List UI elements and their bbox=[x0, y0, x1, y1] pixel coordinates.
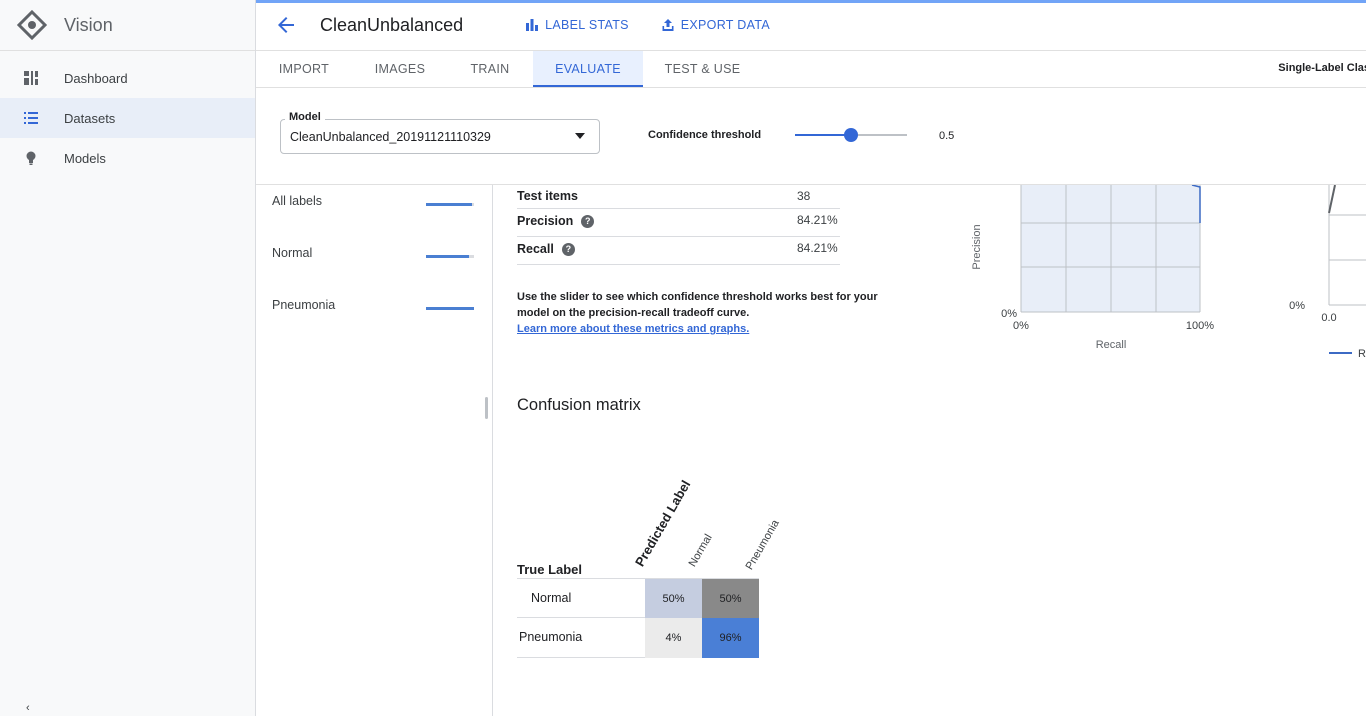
pr-x-tick-min: 0% bbox=[1013, 320, 1029, 332]
label-list: All labels Normal Pneumonia bbox=[256, 185, 493, 716]
panel-resize-handle[interactable] bbox=[485, 397, 488, 419]
label-score-fill bbox=[426, 203, 473, 206]
metric-value: 38 bbox=[797, 189, 811, 203]
threshold-curve bbox=[1328, 185, 1336, 214]
app-name: Vision bbox=[64, 14, 113, 35]
export-data-button[interactable]: EXPORT DATA bbox=[661, 18, 770, 32]
dashboard-icon bbox=[24, 71, 38, 85]
brand[interactable]: Vision bbox=[0, 0, 255, 51]
confusion-matrix: True Label Predicted Label Normal Pneumo… bbox=[517, 477, 817, 665]
slider-hint-text: Use the slider to see which confidence t… bbox=[517, 291, 878, 319]
bar-chart-icon bbox=[526, 19, 539, 31]
page-title: CleanUnbalanced bbox=[320, 14, 464, 35]
threshold-chart: 0% 0.0 R bbox=[1289, 185, 1366, 360]
learn-more-link[interactable]: Learn more about these metrics and graph… bbox=[517, 321, 749, 337]
help-icon[interactable]: ? bbox=[581, 214, 595, 228]
label-score-fill bbox=[426, 255, 470, 258]
label-item-name: Normal bbox=[272, 246, 313, 260]
matrix-cell[interactable]: 96% bbox=[702, 618, 759, 658]
pr-x-tick-max: 100% bbox=[1186, 320, 1214, 332]
charts-area: Precision 0% 0% 100% Recall 0% 0.0 R bbox=[960, 185, 1366, 375]
matrix-cell[interactable]: 50% bbox=[645, 579, 702, 619]
sidebar-item-label: Datasets bbox=[64, 110, 116, 126]
threshold-x-tick-min: 0.0 bbox=[1321, 312, 1336, 324]
tab-import[interactable]: IMPORT bbox=[256, 51, 352, 87]
metrics-table: Test items 38 Precision ? 84.21% Recall … bbox=[517, 185, 840, 265]
tab-images[interactable]: IMAGES bbox=[352, 51, 448, 87]
list-icon bbox=[24, 112, 38, 124]
sidebar-item-label: Models bbox=[64, 150, 106, 166]
label-stats-button[interactable]: LABEL STATS bbox=[525, 18, 629, 32]
label-score-bar bbox=[426, 203, 474, 206]
label-score-bar bbox=[426, 307, 474, 310]
confidence-threshold-slider[interactable] bbox=[795, 128, 907, 142]
metric-label-wrap: Recall ? bbox=[517, 242, 575, 256]
model-select-label: Model bbox=[285, 111, 325, 123]
page-header: CleanUnbalanced LABEL STATS EXPORT DATA bbox=[256, 0, 1366, 51]
label-item-name: Pneumonia bbox=[272, 298, 336, 312]
metric-label: Test items bbox=[517, 189, 578, 203]
tab-test-and-use[interactable]: TEST & USE bbox=[650, 51, 755, 87]
matrix-row-pneumonia: Pneumonia 4% 96% bbox=[517, 618, 759, 658]
model-selection-bar: CleanUnbalanced_20191121110329 Model Con… bbox=[256, 88, 1366, 185]
predicted-label-title: Predicted Label bbox=[632, 477, 694, 569]
label-item-pneumonia[interactable]: Pneumonia bbox=[272, 298, 478, 318]
matrix-row-label: Pneumonia bbox=[519, 630, 583, 644]
model-type-label: Single-Label Clas bbox=[1278, 62, 1366, 74]
confusion-matrix-title: Confusion matrix bbox=[517, 396, 641, 414]
sidebar-item-dashboard[interactable]: Dashboard bbox=[0, 58, 255, 98]
metric-value: 84.21% bbox=[797, 241, 838, 255]
back-arrow-icon[interactable] bbox=[274, 13, 298, 37]
help-icon[interactable]: ? bbox=[561, 242, 575, 256]
tab-train[interactable]: TRAIN bbox=[448, 51, 532, 87]
metric-row-recall: Recall ? 84.21% bbox=[517, 237, 840, 265]
threshold-legend-label: R bbox=[1358, 348, 1366, 360]
label-stats-label: LABEL STATS bbox=[545, 18, 629, 32]
true-label-title: True Label bbox=[517, 562, 583, 577]
pr-ylabel: Precision bbox=[971, 224, 983, 269]
slider-fill bbox=[795, 134, 851, 136]
metric-row-precision: Precision ? 84.21% bbox=[517, 209, 840, 237]
vision-logo-icon bbox=[17, 10, 47, 40]
metric-value: 84.21% bbox=[797, 213, 838, 227]
label-score-bar bbox=[426, 255, 474, 258]
upload-icon bbox=[662, 19, 674, 31]
confidence-threshold-label: Confidence threshold bbox=[648, 129, 762, 141]
column-header-normal: Normal bbox=[686, 532, 715, 569]
model-select[interactable]: CleanUnbalanced_20191121110329 bbox=[280, 119, 600, 154]
precision-recall-chart: Precision 0% 0% 100% Recall 0% 0.0 R bbox=[971, 185, 1366, 360]
matrix-row-normal: Normal 50% 50% bbox=[517, 578, 759, 619]
threshold-y-tick-min: 0% bbox=[1289, 300, 1305, 312]
matrix-cell[interactable]: 50% bbox=[702, 579, 759, 619]
tab-bar: IMPORT IMAGES TRAIN EVALUATE TEST & USE … bbox=[256, 51, 1366, 88]
tab-evaluate[interactable]: EVALUATE bbox=[533, 51, 643, 87]
confidence-threshold-value: 0.5 bbox=[939, 130, 955, 142]
label-item-normal[interactable]: Normal bbox=[272, 246, 478, 266]
pr-y-tick-min: 0% bbox=[1001, 308, 1017, 320]
label-item-all-labels[interactable]: All labels bbox=[272, 194, 478, 214]
metric-label: Precision bbox=[517, 214, 574, 228]
dropdown-caret-icon bbox=[575, 133, 585, 139]
model-select-value: CleanUnbalanced_20191121110329 bbox=[290, 130, 491, 144]
export-data-label: EXPORT DATA bbox=[680, 18, 770, 32]
metric-row-test-items: Test items 38 bbox=[517, 185, 840, 209]
slider-thumb[interactable] bbox=[844, 128, 858, 142]
collapse-sidebar-icon[interactable]: ‹ bbox=[26, 702, 30, 714]
slider-hint: Use the slider to see which confidence t… bbox=[517, 289, 897, 337]
matrix-row-label: Normal bbox=[531, 591, 572, 605]
lightbulb-icon bbox=[26, 151, 36, 165]
sidebar-item-models[interactable]: Models bbox=[0, 138, 255, 178]
metric-label: Recall bbox=[517, 242, 554, 256]
label-score-fill bbox=[426, 307, 474, 310]
column-header-pneumonia: Pneumonia bbox=[743, 517, 782, 572]
label-item-name: All labels bbox=[272, 194, 323, 208]
metric-label-wrap: Precision ? bbox=[517, 214, 595, 228]
sidebar-item-label: Dashboard bbox=[64, 70, 128, 86]
pr-xlabel: Recall bbox=[1096, 339, 1127, 351]
sidebar: Vision Dashboard Datasets Models ‹ bbox=[0, 0, 256, 716]
matrix-cell[interactable]: 4% bbox=[645, 618, 702, 658]
sidebar-item-datasets[interactable]: Datasets bbox=[0, 98, 255, 138]
